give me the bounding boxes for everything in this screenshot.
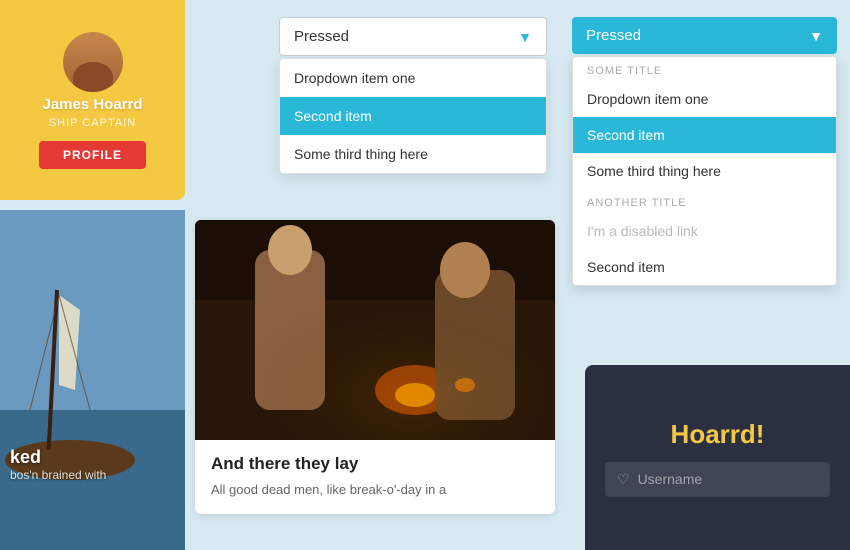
profile-button[interactable]: PROFILE: [39, 141, 146, 169]
profile-title: SHIP CAPTAIN: [49, 117, 136, 129]
ship-image: ked bos'n brained with: [0, 210, 185, 550]
profile-name: James Hoarrd: [42, 96, 142, 113]
dropdown-fancy-item-2[interactable]: Second item: [573, 117, 836, 153]
card2-title: And there they lay: [211, 454, 539, 474]
card1-title: ked: [10, 447, 175, 468]
dropdown-simple-value: Pressed: [294, 28, 349, 45]
dropdown-fancy-value: Pressed: [586, 27, 641, 44]
dropdown-simple-menu: Dropdown item one Second item Some third…: [279, 58, 547, 174]
card2-text: All good dead men, like break-o'-day in …: [211, 480, 539, 500]
dropdown-fancy-item-4: I'm a disabled link: [573, 213, 836, 249]
dropdown-simple: Pressed ▼ Dropdown item one Second item …: [279, 17, 547, 174]
chevron-down-icon-2: ▼: [809, 28, 823, 44]
username-input-wrapper[interactable]: ♡ Username: [605, 462, 830, 497]
dropdown-fancy-menu: SOME TITLE Dropdown item one Second item…: [572, 56, 837, 286]
dropdown-item-2[interactable]: Second item: [280, 97, 546, 135]
dropdown-fancy-item-1[interactable]: Dropdown item one: [573, 81, 836, 117]
avatar: [63, 32, 123, 92]
card2-body: And there they lay All good dead men, li…: [195, 440, 555, 514]
painting-image: [195, 220, 555, 440]
login-card: Hoarrd! ♡ Username: [585, 365, 850, 550]
image-card-2: And there they lay All good dead men, li…: [195, 220, 555, 514]
dropdown-item-1[interactable]: Dropdown item one: [280, 59, 546, 97]
dropdown-fancy-item-5[interactable]: Second item: [573, 249, 836, 285]
user-icon: ♡: [617, 471, 630, 488]
username-placeholder: Username: [638, 471, 703, 487]
chevron-down-icon: ▼: [518, 29, 532, 45]
profile-card: James Hoarrd SHIP CAPTAIN PROFILE: [0, 0, 185, 200]
dropdown-section-title-1: SOME TITLE: [573, 57, 836, 81]
dropdown-fancy: Pressed ▼ SOME TITLE Dropdown item one S…: [572, 17, 837, 286]
login-title: Hoarrd!: [671, 419, 765, 450]
dropdown-item-3[interactable]: Some third thing here: [280, 135, 546, 173]
dropdown-fancy-item-3[interactable]: Some third thing here: [573, 153, 836, 189]
dropdown-section-title-2: ANOTHER TITLE: [573, 189, 836, 213]
image-card-1: ked bos'n brained with: [0, 210, 185, 550]
card1-overlay: ked bos'n brained with: [0, 439, 185, 490]
dropdown-simple-trigger[interactable]: Pressed ▼: [279, 17, 547, 56]
dropdown-fancy-trigger[interactable]: Pressed ▼: [572, 17, 837, 54]
card1-body: bos'n brained with: [10, 468, 175, 482]
